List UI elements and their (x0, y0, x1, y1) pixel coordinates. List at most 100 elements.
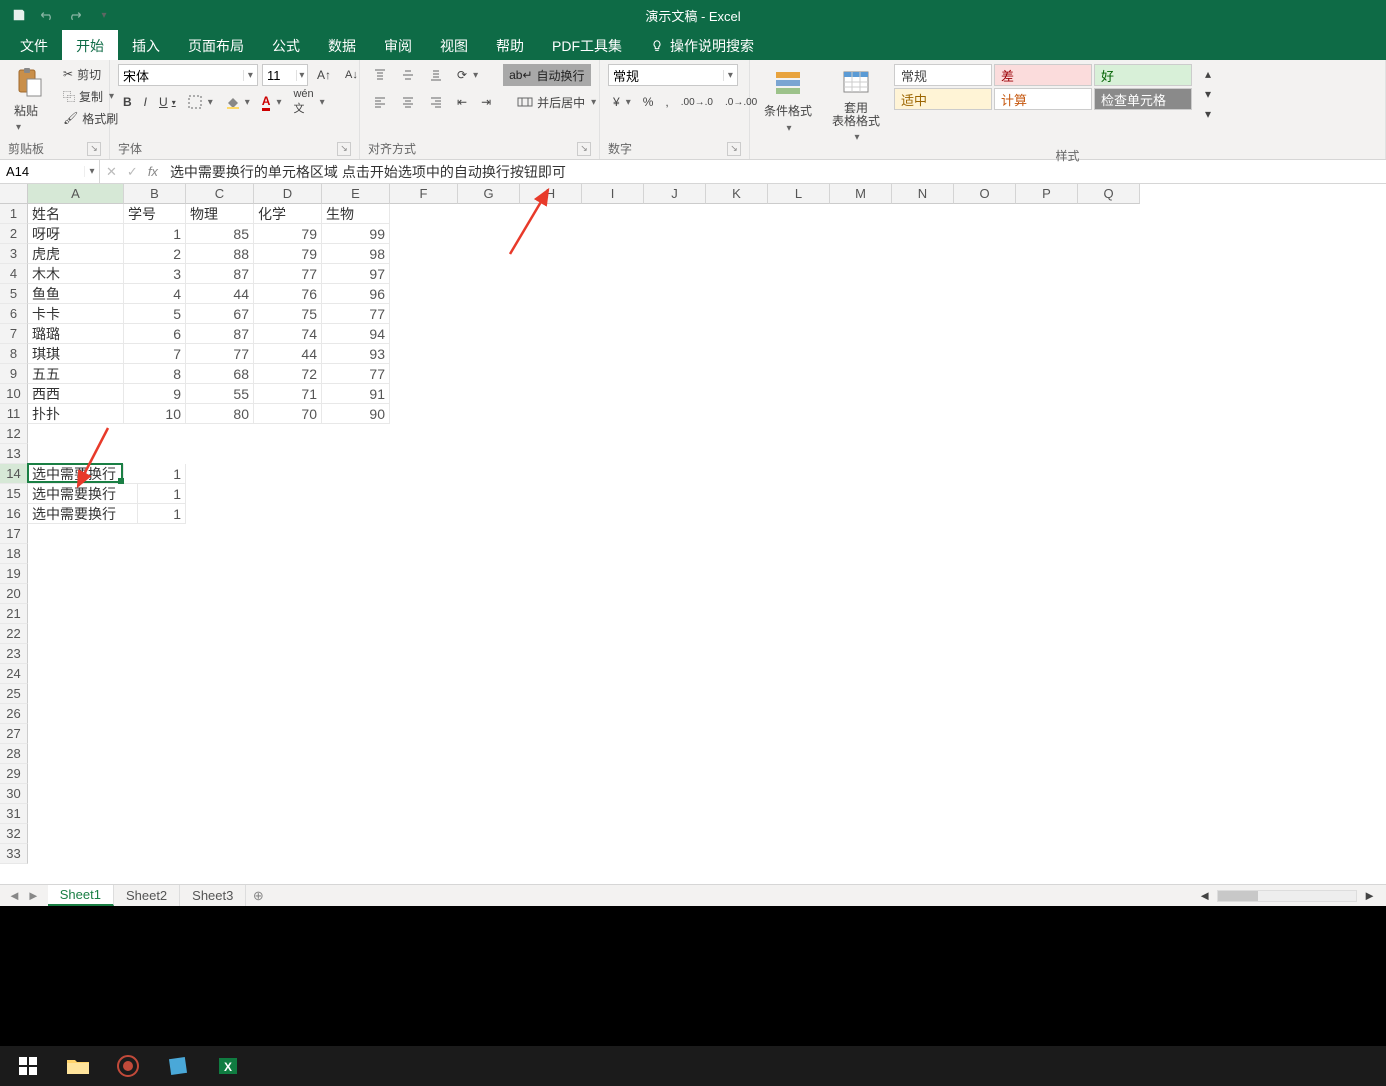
row-header[interactable]: 31 (0, 804, 28, 824)
cell[interactable]: 学号 (124, 204, 186, 224)
add-sheet-button[interactable]: ⊕ (246, 885, 270, 906)
column-header[interactable]: C (186, 184, 254, 204)
row-header[interactable]: 17 (0, 524, 28, 544)
cell[interactable]: 93 (322, 344, 390, 364)
cell[interactable]: 呀呀 (28, 224, 124, 244)
column-header[interactable]: F (390, 184, 458, 204)
styles-scroll-up[interactable]: ▴ (1200, 64, 1216, 84)
clipboard-dialog-launcher[interactable]: ↘ (87, 142, 101, 156)
row-header[interactable]: 11 (0, 404, 28, 424)
row-header[interactable]: 3 (0, 244, 28, 264)
cell[interactable]: 77 (254, 264, 322, 284)
record-button[interactable] (110, 1051, 146, 1081)
tab-file[interactable]: 文件 (6, 30, 62, 60)
underline-button[interactable]: U▾ (154, 92, 181, 112)
cell[interactable]: 生物 (322, 204, 390, 224)
cell[interactable]: 10 (124, 404, 186, 424)
align-dialog-launcher[interactable]: ↘ (577, 142, 591, 156)
cell[interactable]: 化学 (254, 204, 322, 224)
cell[interactable]: 44 (186, 284, 254, 304)
cell[interactable]: 96 (322, 284, 390, 304)
row-header[interactable]: 9 (0, 364, 28, 384)
conditional-format-button[interactable]: 条件格式 (758, 64, 818, 136)
cell[interactable]: 2 (124, 244, 186, 264)
align-bottom-button[interactable] (424, 65, 448, 85)
cell[interactable]: 琪琪 (28, 344, 124, 364)
cell[interactable]: 选中需要换行 (28, 504, 138, 524)
undo-icon[interactable] (38, 6, 56, 24)
hscroll-left[interactable]: ◄ (1198, 888, 1211, 903)
align-top-button[interactable] (368, 65, 392, 85)
name-box[interactable]: ▾ (0, 160, 100, 183)
number-dialog-launcher[interactable]: ↘ (727, 142, 741, 156)
style-cell-item[interactable]: 差 (994, 64, 1092, 86)
styles-more-button[interactable]: ▾ (1200, 104, 1216, 124)
hscroll-track[interactable] (1217, 890, 1357, 902)
start-button[interactable] (10, 1051, 46, 1081)
cell[interactable]: 五五 (28, 364, 124, 384)
tab-view[interactable]: 视图 (426, 30, 482, 60)
cancel-formula-button[interactable]: ✕ (106, 164, 117, 180)
font-name-combo[interactable]: ▾ (118, 64, 258, 86)
grow-font-button[interactable]: A↑ (312, 65, 336, 85)
row-header[interactable]: 19 (0, 564, 28, 584)
cell[interactable]: 77 (322, 364, 390, 384)
row-header[interactable]: 21 (0, 604, 28, 624)
paste-button[interactable]: 粘贴 (8, 64, 50, 135)
cell[interactable]: 3 (124, 264, 186, 284)
cell[interactable]: 姓名 (28, 204, 124, 224)
sheet-tab[interactable]: Sheet2 (114, 885, 180, 906)
spreadsheet-grid[interactable]: ABCDEFGHIJKLMNOPQ 1234567891011121314151… (0, 184, 1386, 884)
number-format-input[interactable] (609, 68, 723, 83)
sheet-nav-prev[interactable]: ◄ (8, 888, 21, 903)
increase-decimal-button[interactable]: .00→.0 (676, 92, 718, 112)
column-header[interactable]: D (254, 184, 322, 204)
align-center-button[interactable] (396, 92, 420, 112)
align-right-button[interactable] (424, 92, 448, 112)
cell[interactable]: 87 (186, 324, 254, 344)
cell[interactable]: 卡卡 (28, 304, 124, 324)
cell[interactable]: 西西 (28, 384, 124, 404)
cell[interactable]: 1 (124, 464, 186, 484)
sheet-tab[interactable]: Sheet3 (180, 885, 246, 906)
row-header[interactable]: 4 (0, 264, 28, 284)
row-header[interactable]: 33 (0, 844, 28, 864)
row-header[interactable]: 16 (0, 504, 28, 524)
hscroll-thumb[interactable] (1218, 891, 1258, 901)
tellme-search[interactable]: 操作说明搜索 (636, 30, 768, 60)
row-header[interactable]: 24 (0, 664, 28, 684)
cell[interactable]: 璐璐 (28, 324, 124, 344)
cell[interactable]: 55 (186, 384, 254, 404)
cell[interactable]: 4 (124, 284, 186, 304)
cell[interactable]: 74 (254, 324, 322, 344)
cell[interactable]: 97 (322, 264, 390, 284)
row-header[interactable]: 26 (0, 704, 28, 724)
accept-formula-button[interactable]: ✓ (127, 164, 138, 180)
sheet-tab[interactable]: Sheet1 (48, 885, 114, 906)
name-box-input[interactable] (0, 164, 84, 179)
row-header[interactable]: 2 (0, 224, 28, 244)
font-color-button[interactable]: A (257, 92, 287, 112)
cell[interactable]: 1 (124, 504, 186, 524)
column-header[interactable]: B (124, 184, 186, 204)
align-middle-button[interactable] (396, 65, 420, 85)
excel-app-button[interactable]: X (210, 1051, 246, 1081)
cell[interactable]: 77 (186, 344, 254, 364)
cell[interactable]: 8 (124, 364, 186, 384)
style-cell-item[interactable]: 计算 (994, 88, 1092, 110)
cell[interactable]: 1 (124, 484, 186, 504)
bold-button[interactable]: B (118, 92, 137, 112)
cell[interactable]: 76 (254, 284, 322, 304)
tab-home[interactable]: 开始 (62, 30, 118, 60)
cell[interactable]: 扑扑 (28, 404, 124, 424)
number-format-combo[interactable]: ▾ (608, 64, 738, 86)
style-cell-item[interactable]: 好 (1094, 64, 1192, 86)
row-header[interactable]: 28 (0, 744, 28, 764)
save-icon[interactable] (10, 6, 28, 24)
row-header[interactable]: 8 (0, 344, 28, 364)
cell[interactable]: 7 (124, 344, 186, 364)
cell[interactable]: 选中需要换行 (28, 484, 138, 504)
select-all-corner[interactable] (0, 184, 28, 204)
cell[interactable]: 68 (186, 364, 254, 384)
tab-help[interactable]: 帮助 (482, 30, 538, 60)
